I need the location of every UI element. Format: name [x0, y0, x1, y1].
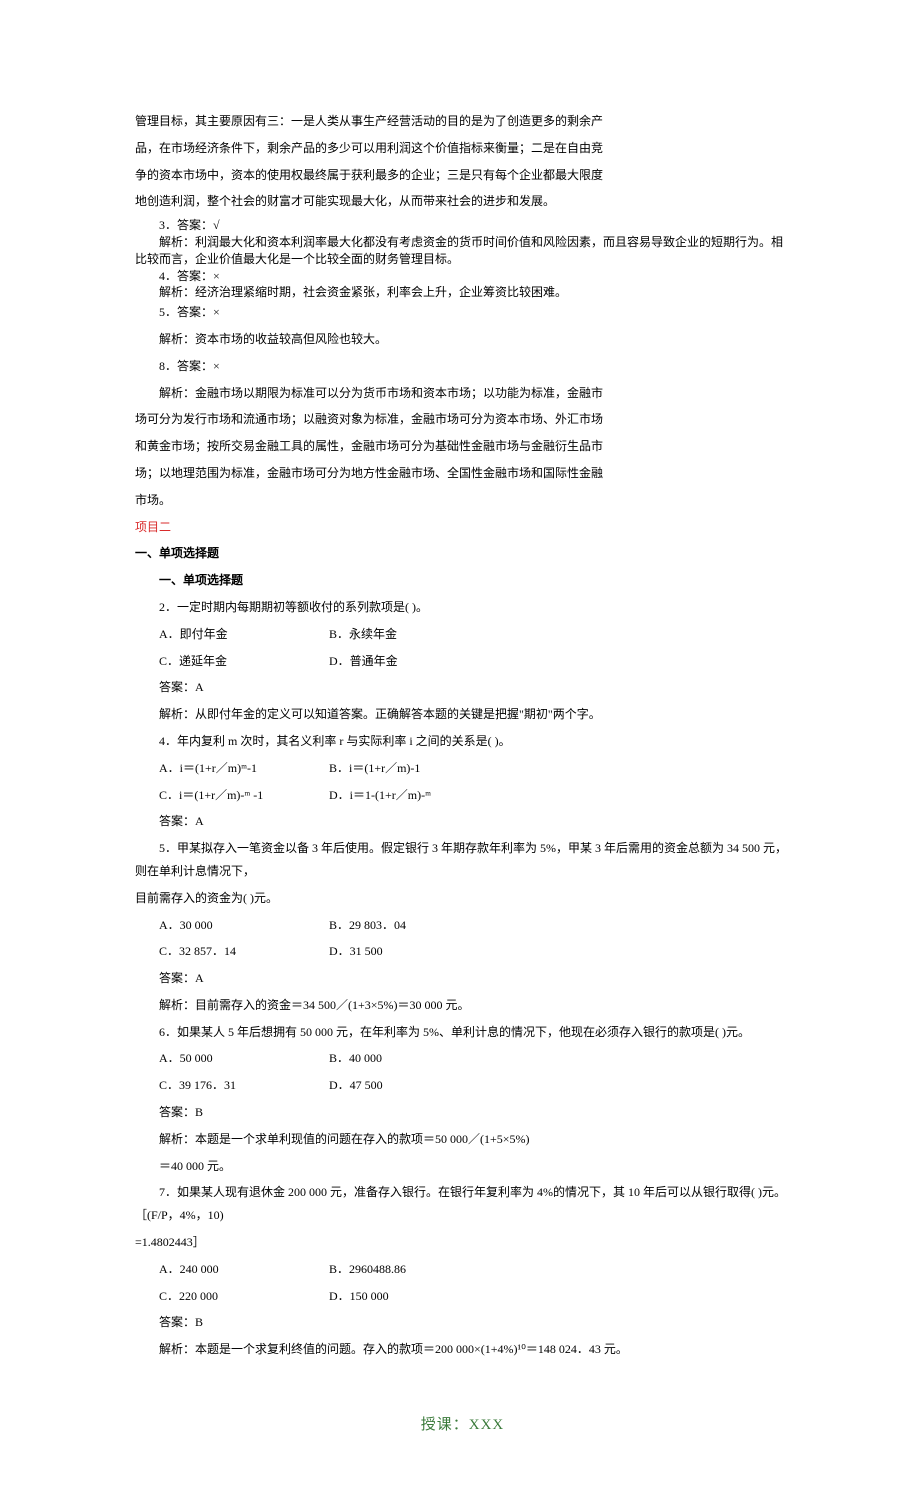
project-2-heading: 项目二: [135, 516, 790, 539]
q4-options-row2: C．i＝(1+r／m)-ᵐ -1 D．i＝1-(1+r／m)-ᵐ: [135, 784, 790, 807]
section-1-heading-repeat: 一、单项选择题: [135, 569, 790, 592]
intro-line-2: 品，在市场经济条件下，剩余产品的多少可以用利润这个价值指标来衡量；二是在自由竞: [135, 137, 790, 160]
q6-answer: 答案：B: [135, 1101, 790, 1124]
q5-option-d: D．31 500: [305, 940, 383, 963]
answer-5-label: 5．答案：×: [135, 301, 790, 324]
q7-option-a: A．240 000: [135, 1258, 305, 1281]
q6-option-d: D．47 500: [305, 1074, 383, 1097]
q2-options-row1: A．即付年金 B．永续年金: [135, 623, 790, 646]
q2-explain: 解析：从即付年金的定义可以知道答案。正确解答本题的关键是把握"期初"两个字。: [135, 703, 790, 726]
q6-option-c: C．39 176．31: [135, 1074, 305, 1097]
document-page: 管理目标，其主要原因有三：一是人类从事生产经营活动的目的是为了创造更多的剩余产 …: [0, 0, 920, 1500]
q7-explain: 解析：本题是一个求复利终值的问题。存入的款项＝200 000×(1+4%)¹⁰＝…: [135, 1338, 790, 1361]
q4-option-a: A．i＝(1+r／m)ᵐ-1: [135, 757, 305, 780]
q2-option-c: C．递延年金: [135, 650, 305, 673]
q6-options-row2: C．39 176．31 D．47 500: [135, 1074, 790, 1097]
q2-option-b: B．永续年金: [305, 623, 397, 646]
answer-3-label: 3．答案：√: [135, 217, 790, 234]
q5-stem-2: 目前需存入的资金为( )元。: [135, 887, 790, 910]
q7-stem-2: =1.4802443］: [135, 1231, 790, 1254]
section-1-heading: 一、单项选择题: [135, 542, 790, 565]
q7-option-d: D．150 000: [305, 1285, 389, 1308]
q4-options-row1: A．i＝(1+r／m)ᵐ-1 B．i＝(1+r／m)-1: [135, 757, 790, 780]
q7-answer: 答案：B: [135, 1311, 790, 1334]
q4-stem: 4．年内复利 m 次时，其名义利率 r 与实际利率 i 之间的关系是( )。: [135, 730, 790, 753]
page-footer: 授课：XXX: [135, 1411, 790, 1440]
q5-option-c: C．32 857．14: [135, 940, 305, 963]
answer-5-explain: 解析：资本市场的收益较高但风险也较大。: [135, 328, 790, 351]
answer-8-label: 8．答案：×: [135, 355, 790, 378]
answer-8-explain-1: 解析：金融市场以期限为标准可以分为货币市场和资本市场；以功能为标准，金融市: [135, 382, 790, 405]
answer-8-explain-4: 场；以地理范围为标准，金融市场可分为地方性金融市场、全国性金融市场和国际性金融: [135, 462, 790, 485]
q7-options-row1: A．240 000 B．2960488.86: [135, 1258, 790, 1281]
q5-explain: 解析：目前需存入的资金＝34 500／(1+3×5%)＝30 000 元。: [135, 994, 790, 1017]
q5-option-b: B．29 803．04: [305, 914, 406, 937]
q7-options-row2: C．220 000 D．150 000: [135, 1285, 790, 1308]
q5-stem-1: 5．甲某拟存入一笔资金以备 3 年后使用。假定银行 3 年期存款年利率为 5%，…: [135, 837, 790, 883]
q7-stem-1: 7．如果某人现有退休金 200 000 元，准备存入银行。在银行年复利率为 4%…: [135, 1181, 790, 1227]
q5-options-row2: C．32 857．14 D．31 500: [135, 940, 790, 963]
q2-answer: 答案：A: [135, 676, 790, 699]
q6-option-a: A．50 000: [135, 1047, 305, 1070]
answer-8-explain-5: 市场。: [135, 489, 790, 512]
answer-8-explain-3: 和黄金市场；按所交易金融工具的属性，金融市场可分为基础性金融市场与金融衍生品市: [135, 435, 790, 458]
answer-4-label: 4．答案：×: [135, 268, 790, 285]
q6-options-row1: A．50 000 B．40 000: [135, 1047, 790, 1070]
q4-answer: 答案：A: [135, 810, 790, 833]
q2-options-row2: C．递延年金 D．普通年金: [135, 650, 790, 673]
q7-option-b: B．2960488.86: [305, 1258, 406, 1281]
intro-line-4: 地创造利润，整个社会的财富才可能实现最大化，从而带来社会的进步和发展。: [135, 190, 790, 213]
q2-stem: 2．一定时期内每期期初等额收付的系列款项是( )。: [135, 596, 790, 619]
q6-explain-2: ＝40 000 元。: [135, 1155, 790, 1178]
intro-line-1: 管理目标，其主要原因有三：一是人类从事生产经营活动的目的是为了创造更多的剩余产: [135, 110, 790, 133]
q5-option-a: A．30 000: [135, 914, 305, 937]
q6-explain-1: 解析：本题是一个求单利现值的问题在存入的款项＝50 000／(1+5×5%): [135, 1128, 790, 1151]
q7-option-c: C．220 000: [135, 1285, 305, 1308]
intro-line-3: 争的资本市场中，资本的使用权最终属于获利最多的企业；三是只有每个企业都最大限度: [135, 164, 790, 187]
q2-option-a: A．即付年金: [135, 623, 305, 646]
q5-options-row1: A．30 000 B．29 803．04: [135, 914, 790, 937]
answer-3-explain: 解析：利润最大化和资本利润率最大化都没有考虑资金的货币时间价值和风险因素，而且容…: [135, 234, 790, 268]
answer-8-explain-2: 场可分为发行市场和流通市场；以融资对象为标准，金融市场可分为资本市场、外汇市场: [135, 408, 790, 431]
q4-option-d: D．i＝1-(1+r／m)-ᵐ: [305, 784, 431, 807]
answer-4-explain: 解析：经济治理紧缩时期，社会资金紧张，利率会上升，企业筹资比较困难。: [135, 284, 790, 301]
q4-option-b: B．i＝(1+r／m)-1: [305, 757, 420, 780]
q4-option-c: C．i＝(1+r／m)-ᵐ -1: [135, 784, 305, 807]
q6-option-b: B．40 000: [305, 1047, 382, 1070]
q5-answer: 答案：A: [135, 967, 790, 990]
q2-option-d: D．普通年金: [305, 650, 398, 673]
q6-stem: 6．如果某人 5 年后想拥有 50 000 元，在年利率为 5%、单利计息的情况…: [135, 1021, 790, 1044]
